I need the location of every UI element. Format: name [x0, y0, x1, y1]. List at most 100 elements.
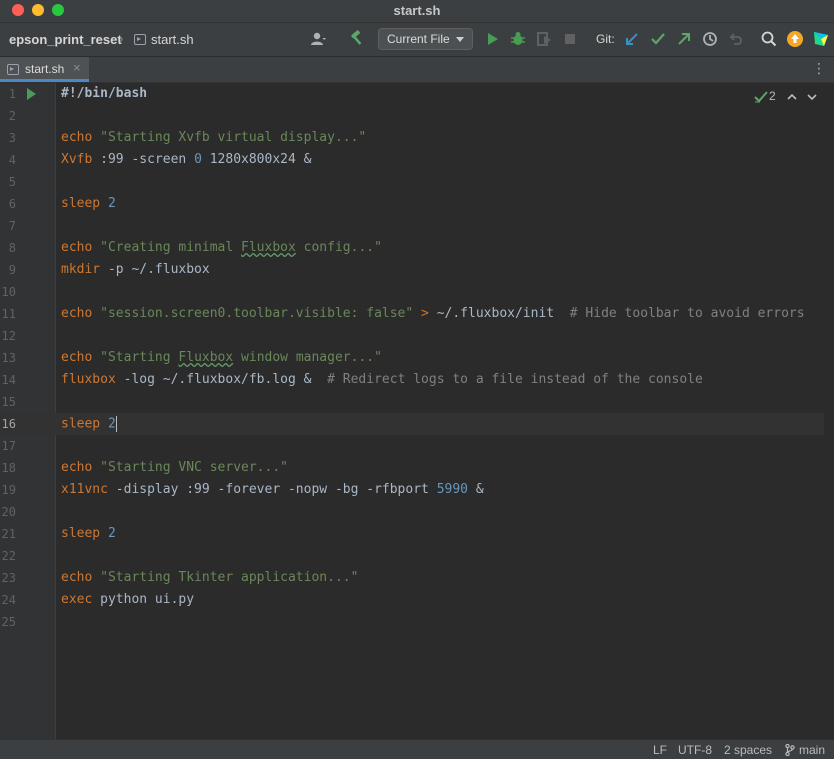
- code-token: >: [421, 306, 429, 321]
- more-vertical-icon[interactable]: ⋮: [812, 60, 826, 76]
- code-text: echo "Starting VNC server...": [61, 460, 288, 475]
- window-title: start.sh: [393, 3, 441, 18]
- history-icon[interactable]: [701, 30, 719, 48]
- code-text: fluxbox -log ~/.fluxbox/fb.log & # Redir…: [61, 372, 703, 387]
- code-token: #!/bin/bash: [61, 86, 148, 101]
- code-token: Fluxbox: [241, 240, 296, 255]
- code-text: sleep 2: [61, 416, 117, 432]
- line-number: 13: [1, 351, 16, 365]
- search-icon[interactable]: [760, 30, 778, 48]
- indent-indicator[interactable]: 2 spaces: [724, 743, 772, 757]
- code-token: Xvfb: [61, 152, 93, 167]
- coverage-icon[interactable]: [535, 30, 553, 48]
- code-line[interactable]: 2: [0, 105, 824, 127]
- line-number: 1: [8, 87, 16, 101]
- jetbrains-logo-icon[interactable]: [812, 30, 830, 48]
- encoding-indicator[interactable]: UTF-8: [678, 743, 712, 757]
- code-line[interactable]: 1 #!/bin/bash: [0, 83, 824, 105]
- code-line[interactable]: 23 echo "Starting Tkinter application...": [0, 567, 824, 589]
- chevron-down-icon[interactable]: [806, 91, 818, 103]
- inspection-ok-icon: [754, 91, 768, 103]
- line-number: 2: [8, 109, 16, 123]
- code-text: echo "Starting Tkinter application...": [61, 570, 358, 585]
- code-line[interactable]: 6 sleep 2: [0, 193, 824, 215]
- code-line[interactable]: 24 exec python ui.py: [0, 589, 824, 611]
- git-push-icon[interactable]: [675, 30, 693, 48]
- code-token: # Redirect logs to a file instead of the…: [327, 372, 703, 387]
- user-icon[interactable]: [309, 30, 327, 48]
- text-caret: [115, 416, 117, 432]
- code-token: ~/.fluxbox/init: [428, 306, 570, 321]
- shell-file-icon: [7, 64, 19, 75]
- code-line[interactable]: 7: [0, 215, 824, 237]
- code-text: exec python ui.py: [61, 592, 194, 607]
- run-icon[interactable]: [483, 30, 501, 48]
- run-gutter-icon[interactable]: [27, 88, 36, 100]
- title-bar: start.sh: [0, 0, 834, 23]
- git-branch-indicator[interactable]: main: [799, 743, 825, 757]
- code-line[interactable]: 13 echo "Starting Fluxbox window manager.…: [0, 347, 824, 369]
- code-token: fluxbox: [61, 372, 116, 387]
- code-line[interactable]: 19 x11vnc -display :99 -forever -nopw -bg…: [0, 479, 824, 501]
- stop-icon[interactable]: [561, 30, 579, 48]
- code-line[interactable]: 5: [0, 171, 824, 193]
- code-line[interactable]: 4 Xvfb :99 -screen 0 1280x800x24 &: [0, 149, 824, 171]
- code-line[interactable]: 3 echo "Starting Xvfb virtual display...": [0, 127, 824, 149]
- code-line[interactable]: 25: [0, 611, 824, 633]
- run-configuration-dropdown[interactable]: Current File: [378, 28, 473, 50]
- code-line[interactable]: 18 echo "Starting VNC server...": [0, 457, 824, 479]
- line-number: 21: [1, 527, 16, 541]
- line-number: 4: [8, 153, 16, 167]
- git-update-icon[interactable]: [623, 30, 641, 48]
- vertical-scrollbar[interactable]: [824, 83, 834, 739]
- line-number: 5: [8, 175, 16, 189]
- code-text: echo "Creating minimal Fluxbox config...…: [61, 240, 382, 255]
- code-line[interactable]: 17: [0, 435, 824, 457]
- code-line[interactable]: 16 sleep 2: [0, 413, 824, 435]
- inspection-widget[interactable]: 2: [754, 89, 824, 105]
- code-token: config...": [295, 240, 382, 255]
- code-token: &: [468, 482, 484, 497]
- code-line[interactable]: 8 echo "Creating minimal Fluxbox config..…: [0, 237, 824, 259]
- line-ending-indicator[interactable]: LF: [653, 743, 667, 757]
- code-line[interactable]: 21 sleep 2: [0, 523, 824, 545]
- code-text: mkdir -p ~/.fluxbox: [61, 262, 210, 277]
- code-token: echo: [61, 240, 93, 255]
- code-line[interactable]: 14 fluxbox -log ~/.fluxbox/fb.log & # Red…: [0, 369, 824, 391]
- tab-start-sh[interactable]: start.sh ×: [0, 57, 89, 82]
- line-number: 17: [1, 439, 16, 453]
- code-text: Xvfb :99 -screen 0 1280x800x24 &: [61, 152, 311, 167]
- git-commit-icon[interactable]: [649, 30, 667, 48]
- chevron-up-icon[interactable]: [786, 91, 798, 103]
- breadcrumb-file[interactable]: start.sh: [151, 32, 194, 47]
- code-text: sleep 2: [61, 196, 116, 211]
- code-text: echo "Starting Xvfb virtual display...": [61, 130, 366, 145]
- code-token: -p ~/.fluxbox: [100, 262, 210, 277]
- breadcrumb-project[interactable]: epson_print_reset: [9, 32, 122, 47]
- close-icon[interactable]: ×: [73, 60, 81, 75]
- code-line[interactable]: 22: [0, 545, 824, 567]
- code-token: sleep: [61, 416, 101, 432]
- code-line[interactable]: 12: [0, 325, 824, 347]
- code-line[interactable]: 11 echo "session.screen0.toolbar.visible:…: [0, 303, 824, 325]
- navigation-toolbar: epson_print_reset › start.sh Current Fil…: [0, 23, 834, 57]
- debug-icon[interactable]: [509, 30, 527, 48]
- code-token: echo: [61, 570, 93, 585]
- hammer-icon[interactable]: [348, 30, 366, 48]
- code-token: mkdir: [61, 262, 101, 277]
- shell-file-icon: [134, 34, 146, 45]
- code-editor[interactable]: 1 #!/bin/bash 2 3 echo "Starting Xvfb virtua…: [0, 83, 834, 739]
- code-token: "session.screen0.toolbar.visible: false": [100, 306, 414, 321]
- inspection-count: 2: [769, 89, 776, 103]
- rollback-icon[interactable]: [727, 30, 745, 48]
- code-line[interactable]: 10: [0, 281, 824, 303]
- code-line[interactable]: 20: [0, 501, 824, 523]
- code-line[interactable]: 15: [0, 391, 824, 413]
- code-line[interactable]: 9 mkdir -p ~/.fluxbox: [0, 259, 824, 281]
- git-label: Git:: [596, 32, 615, 46]
- updates-icon[interactable]: [786, 30, 804, 48]
- status-bar: LF UTF-8 2 spaces main: [0, 739, 834, 759]
